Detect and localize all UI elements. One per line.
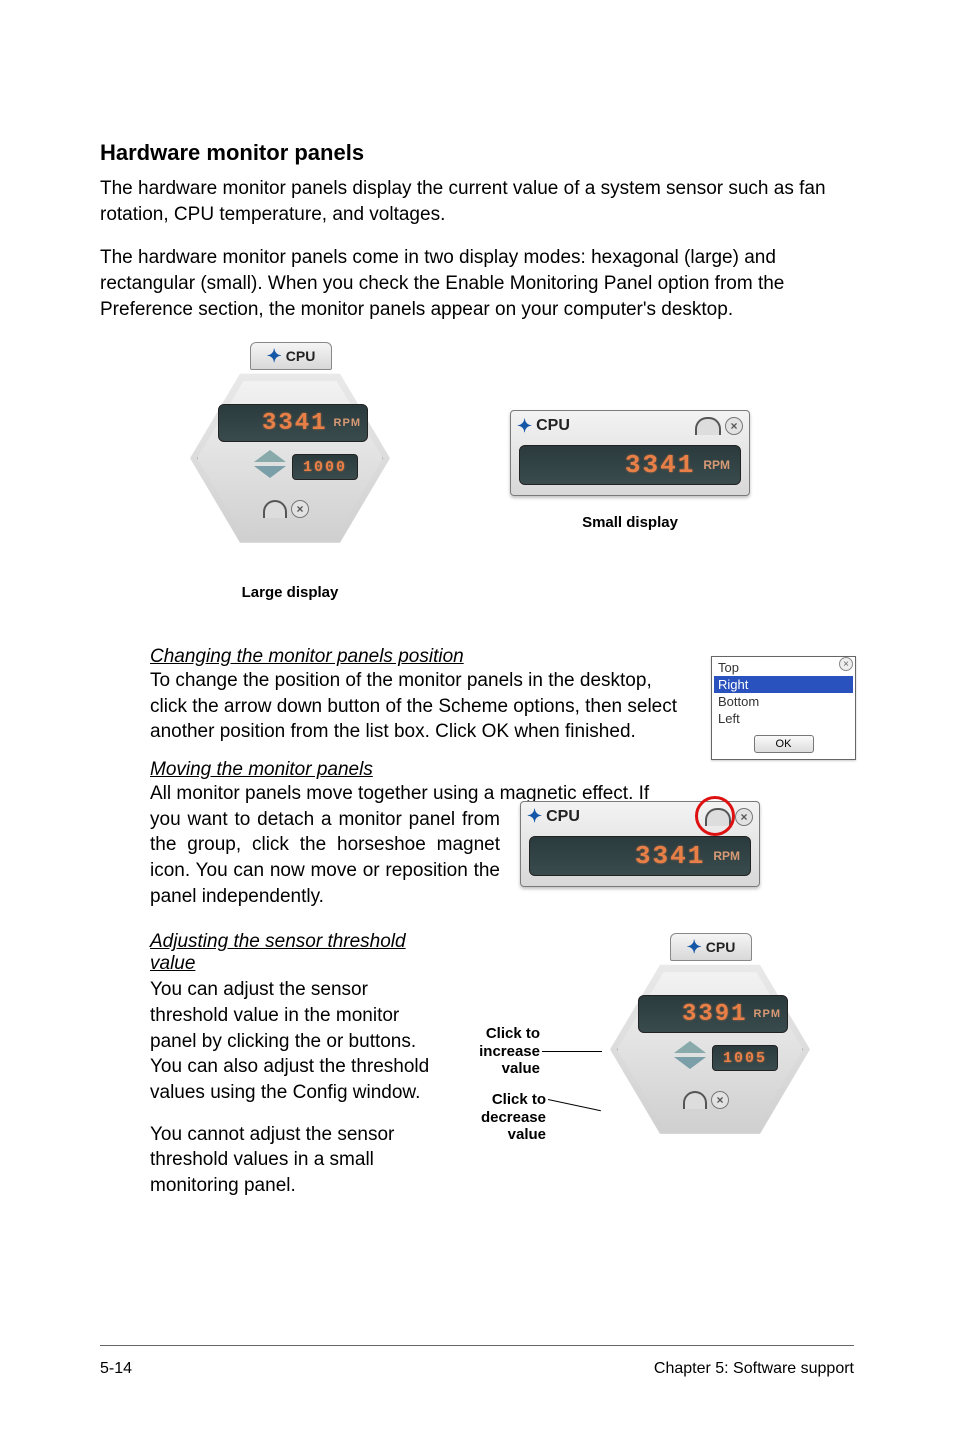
small-panel: ✦ CPU × 3341 RPM [510,410,750,496]
position-option[interactable]: Right [714,676,853,693]
reading-value: 3341 [625,450,695,480]
position-option[interactable]: Top [714,659,853,676]
large-caption: Large display [180,584,400,601]
reading-value: 3341 [262,410,328,437]
sensor-reading: 3341 RPM [218,404,368,442]
sensor-reading: 3341 RPM [529,836,751,876]
moving-panels-line2: you want to detach a monitor panel from … [150,807,500,910]
annot-decrease: Click to decrease value [446,1091,546,1143]
adjusting-threshold-para2: You cannot adjust the sensor threshold v… [150,1122,450,1199]
reading-unit: RPM [754,1008,781,1020]
adjusting-threshold-heading: Adjusting the sensor threshold value [150,931,450,975]
pin-icon: ✦ [527,806,542,827]
threshold-value: 1005 [723,1050,767,1067]
magnet-icon[interactable] [683,1091,707,1109]
figure-row-1: ✦ CPU 3341 RPM 1000 × [100,340,854,640]
pin-icon: ✦ [267,347,282,365]
intro-paragraph-1: The hardware monitor panels display the … [100,176,854,227]
pin-icon: ✦ [687,938,702,956]
page-number: 5-14 [100,1360,132,1378]
footer: 5-14 Chapter 5: Software support [100,1345,854,1378]
close-icon[interactable]: × [711,1091,729,1109]
panel-label: CPU [706,939,736,955]
close-icon[interactable]: × [291,500,309,518]
magnet-icon[interactable] [705,808,731,826]
position-list[interactable]: TopRightBottomLeft [712,657,855,729]
reading-unit: RPM [703,458,730,472]
adjusting-threshold-para1: You can adjust the sensor threshold valu… [150,977,450,1105]
position-option[interactable]: Bottom [714,693,853,710]
large-panel-figure: ✦ CPU 3341 RPM 1000 × [180,350,400,601]
decrease-threshold-button[interactable] [254,466,286,478]
panel-label: CPU [536,417,570,435]
close-icon[interactable]: × [725,417,743,435]
decrease-threshold-button[interactable] [674,1057,706,1069]
position-option[interactable]: Left [714,710,853,727]
reading-unit: RPM [334,417,361,429]
annot-increase: Click to increase value [440,1025,540,1077]
panel-title-tab[interactable]: ✦ CPU [670,933,752,961]
pin-icon: ✦ [517,416,532,437]
magnet-icon[interactable] [695,417,721,435]
threshold-value: 1000 [303,459,347,476]
reading-unit: RPM [713,849,740,863]
leader-line [542,1051,602,1052]
changing-position-heading: Changing the monitor panels position [150,646,690,668]
sensor-reading: 3391 RPM [638,995,788,1033]
close-icon[interactable]: × [735,808,753,826]
reading-value: 3391 [682,1001,748,1028]
small-panel-figure: ✦ CPU × 3341 RPM Small display [510,410,750,531]
panel-title-tab[interactable]: ✦ CPU [250,342,332,370]
sensor-reading: 3341 RPM [519,445,741,485]
chapter-label: Chapter 5: Software support [654,1360,854,1378]
intro-paragraph-2: The hardware monitor panels come in two … [100,245,854,322]
reading-value: 3341 [635,841,705,871]
ok-button[interactable]: OK [754,735,814,753]
threshold-reading: 1005 [712,1045,778,1071]
leader-line [548,1099,601,1111]
scheme-listbox: × TopRightBottomLeft OK [711,640,856,760]
moving-panels-heading: Moving the monitor panels [150,759,854,781]
increase-threshold-button[interactable] [254,450,286,462]
small-panel-detach: ✦ CPU × 3341 RPM [520,801,760,887]
increase-threshold-button[interactable] [674,1041,706,1053]
panel-label: CPU [546,808,580,826]
page: Hardware monitor panels The hardware mon… [0,0,954,1438]
threshold-reading: 1000 [292,454,358,480]
magnet-icon[interactable] [263,500,287,518]
section-heading: Hardware monitor panels [100,140,854,166]
panel-label: CPU [286,348,316,364]
changing-position-text: To change the position of the monitor pa… [150,668,690,745]
small-caption: Small display [510,514,750,531]
